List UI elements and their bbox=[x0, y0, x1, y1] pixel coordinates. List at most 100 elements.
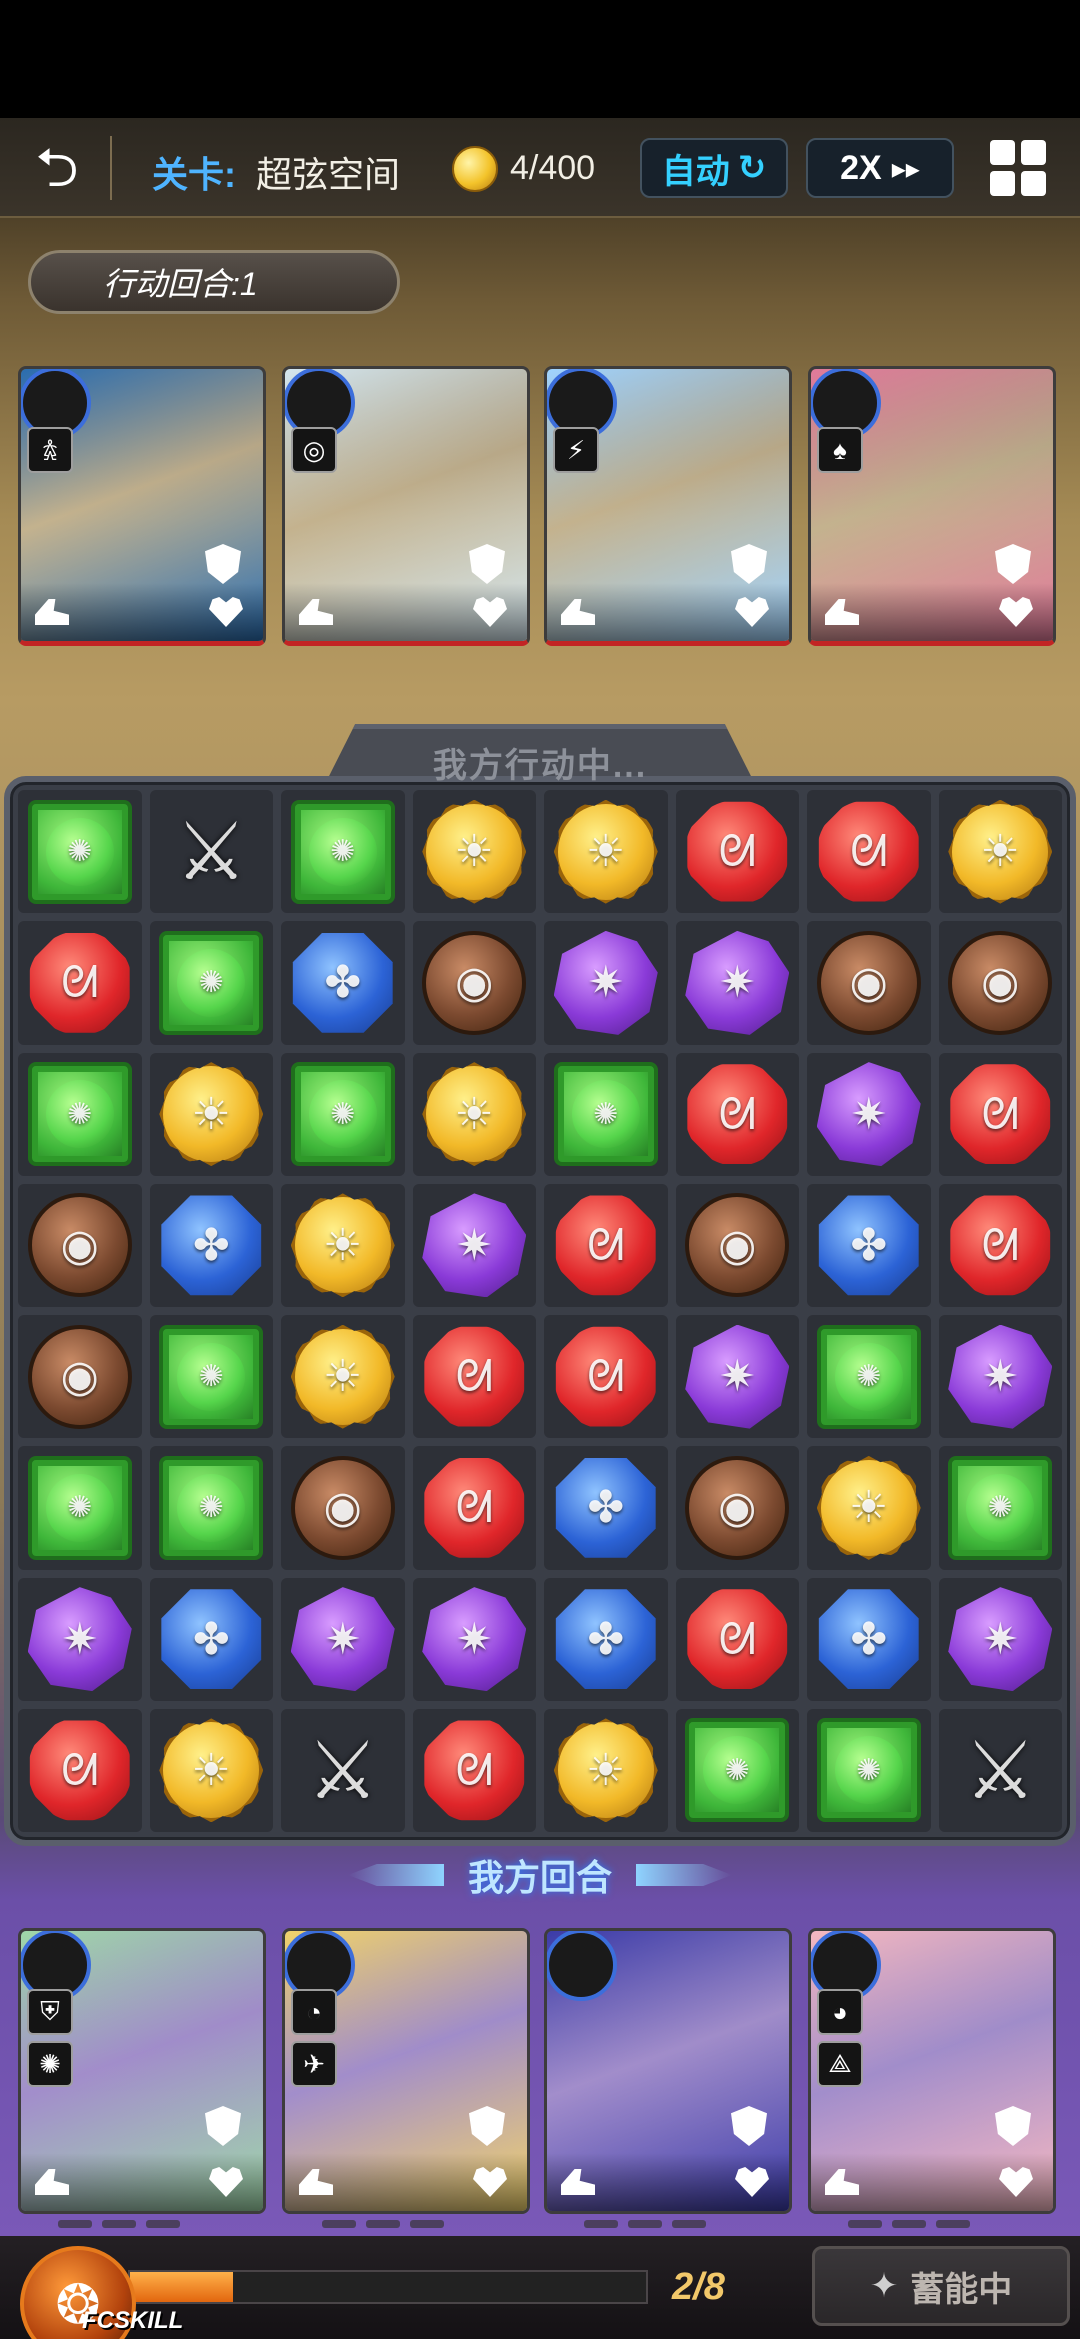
board-cell[interactable]: ✤ bbox=[281, 921, 405, 1045]
charge-button[interactable]: ✦ 蓄能中 bbox=[812, 2246, 1070, 2326]
yellow-sun-gem[interactable]: ☀ bbox=[159, 1718, 264, 1823]
board-cell[interactable]: ᘛ bbox=[807, 790, 931, 914]
red-fire-gem[interactable]: ᘛ bbox=[687, 801, 788, 902]
green-nature-gem[interactable]: ✺ bbox=[290, 799, 395, 904]
purple-wind-gem[interactable]: ✷ bbox=[685, 1324, 790, 1429]
ally-card[interactable]: ⛨ ✺ bbox=[18, 1928, 266, 2214]
blue-water-gem[interactable]: ✤ bbox=[818, 1195, 919, 1296]
board-cell[interactable]: ✺ bbox=[149, 921, 273, 1045]
board-cell[interactable]: ✤ bbox=[149, 1183, 273, 1307]
green-nature-gem[interactable]: ✺ bbox=[816, 1324, 921, 1429]
board-cell[interactable]: ᘛ bbox=[938, 1183, 1062, 1307]
enemy-card[interactable]: ◎ bbox=[282, 366, 530, 646]
green-nature-gem[interactable]: ✺ bbox=[27, 1455, 132, 1560]
board-cell[interactable]: ᘛ bbox=[412, 1446, 536, 1570]
brown-earth-gem[interactable]: ◉ bbox=[27, 1193, 132, 1298]
board-cell[interactable]: ☀ bbox=[149, 1052, 273, 1176]
blue-water-gem[interactable]: ✤ bbox=[818, 1589, 919, 1690]
purple-wind-gem[interactable]: ✷ bbox=[290, 1587, 395, 1692]
purple-wind-gem[interactable]: ✷ bbox=[422, 1587, 527, 1692]
board-cell[interactable]: ✺ bbox=[281, 790, 405, 914]
silver-sword-gem[interactable]: ⚔ bbox=[948, 1718, 1052, 1822]
yellow-sun-gem[interactable]: ☀ bbox=[553, 1718, 658, 1823]
board-cell[interactable]: ☀ bbox=[412, 790, 536, 914]
blue-water-gem[interactable]: ✤ bbox=[555, 1457, 656, 1558]
purple-wind-gem[interactable]: ✷ bbox=[422, 1193, 527, 1298]
board-cell[interactable]: ✷ bbox=[938, 1577, 1062, 1701]
red-fire-gem[interactable]: ᘛ bbox=[555, 1326, 656, 1427]
board-cell[interactable]: ☀ bbox=[281, 1183, 405, 1307]
brown-earth-gem[interactable]: ◉ bbox=[685, 1193, 790, 1298]
yellow-sun-gem[interactable]: ☀ bbox=[422, 799, 527, 904]
red-fire-gem[interactable]: ᘛ bbox=[818, 801, 919, 902]
board-cell[interactable]: ☀ bbox=[281, 1315, 405, 1439]
green-nature-gem[interactable]: ✺ bbox=[159, 930, 264, 1035]
red-fire-gem[interactable]: ᘛ bbox=[424, 1326, 525, 1427]
green-nature-gem[interactable]: ✺ bbox=[290, 1062, 395, 1167]
yellow-sun-gem[interactable]: ☀ bbox=[948, 799, 1053, 904]
board-cell[interactable]: ᘛ bbox=[675, 790, 799, 914]
board-cell[interactable]: ✺ bbox=[149, 1446, 273, 1570]
board-cell[interactable]: ☀ bbox=[149, 1708, 273, 1832]
yellow-sun-gem[interactable]: ☀ bbox=[816, 1455, 921, 1560]
board-cell[interactable]: ⚔ bbox=[281, 1708, 405, 1832]
board-cell[interactable]: ᘛ bbox=[412, 1315, 536, 1439]
board-cell[interactable]: ✤ bbox=[807, 1183, 931, 1307]
silver-sword-gem[interactable]: ⚔ bbox=[291, 1718, 395, 1822]
red-fire-gem[interactable]: ᘛ bbox=[29, 932, 130, 1033]
purple-wind-gem[interactable]: ✷ bbox=[816, 1062, 921, 1167]
board-cell[interactable]: ◉ bbox=[281, 1446, 405, 1570]
board-cell[interactable]: ᘛ bbox=[675, 1577, 799, 1701]
auto-button[interactable]: 自动 ↻ bbox=[640, 138, 788, 198]
board-cell[interactable]: ✷ bbox=[544, 921, 668, 1045]
green-nature-gem[interactable]: ✺ bbox=[816, 1718, 921, 1823]
speed-button[interactable]: 2X ▸▸ bbox=[806, 138, 954, 198]
board-cell[interactable]: ✺ bbox=[149, 1315, 273, 1439]
grid-menu-icon[interactable] bbox=[990, 140, 1046, 196]
board-cell[interactable]: ☀ bbox=[807, 1446, 931, 1570]
board-cell[interactable]: ◉ bbox=[18, 1315, 142, 1439]
board-cell[interactable]: ᘛ bbox=[18, 921, 142, 1045]
green-nature-gem[interactable]: ✺ bbox=[948, 1455, 1053, 1560]
board-cell[interactable]: ✺ bbox=[18, 1446, 142, 1570]
board-cell[interactable]: ᘛ bbox=[544, 1315, 668, 1439]
yellow-sun-gem[interactable]: ☀ bbox=[290, 1324, 395, 1429]
board-cell[interactable]: ✷ bbox=[675, 921, 799, 1045]
red-fire-gem[interactable]: ᘛ bbox=[950, 1195, 1051, 1296]
board-cell[interactable]: ᘛ bbox=[938, 1052, 1062, 1176]
red-fire-gem[interactable]: ᘛ bbox=[424, 1457, 525, 1558]
board-cell[interactable]: ⚔ bbox=[938, 1708, 1062, 1832]
green-nature-gem[interactable]: ✺ bbox=[27, 1062, 132, 1167]
board-cell[interactable]: ✺ bbox=[807, 1708, 931, 1832]
yellow-sun-gem[interactable]: ☀ bbox=[422, 1062, 527, 1167]
board-cell[interactable]: ☀ bbox=[544, 790, 668, 914]
red-fire-gem[interactable]: ᘛ bbox=[687, 1064, 788, 1165]
board-cell[interactable]: ✷ bbox=[281, 1577, 405, 1701]
red-fire-gem[interactable]: ᘛ bbox=[29, 1720, 130, 1821]
board-cell[interactable]: ✺ bbox=[807, 1315, 931, 1439]
back-button[interactable]: ⮌ bbox=[22, 138, 92, 198]
board-cell[interactable]: ◉ bbox=[675, 1183, 799, 1307]
brown-earth-gem[interactable]: ◉ bbox=[685, 1455, 790, 1560]
board-cell[interactable]: ✤ bbox=[544, 1577, 668, 1701]
red-fire-gem[interactable]: ᘛ bbox=[424, 1720, 525, 1821]
blue-water-gem[interactable]: ✤ bbox=[161, 1589, 262, 1690]
yellow-sun-gem[interactable]: ☀ bbox=[159, 1062, 264, 1167]
board-cell[interactable]: ✤ bbox=[149, 1577, 273, 1701]
ally-card[interactable] bbox=[544, 1928, 792, 2214]
green-nature-gem[interactable]: ✺ bbox=[159, 1324, 264, 1429]
board-cell[interactable]: ✤ bbox=[807, 1577, 931, 1701]
board-cell[interactable]: ᘛ bbox=[412, 1708, 536, 1832]
brown-earth-gem[interactable]: ◉ bbox=[948, 930, 1053, 1035]
board-cell[interactable]: ◉ bbox=[938, 921, 1062, 1045]
red-fire-gem[interactable]: ᘛ bbox=[555, 1195, 656, 1296]
board-cell[interactable]: ✺ bbox=[675, 1708, 799, 1832]
silver-sword-gem[interactable]: ⚔ bbox=[159, 800, 263, 904]
purple-wind-gem[interactable]: ✷ bbox=[685, 930, 790, 1035]
board-cell[interactable]: ◉ bbox=[807, 921, 931, 1045]
board-cell[interactable]: ☀ bbox=[412, 1052, 536, 1176]
brown-earth-gem[interactable]: ◉ bbox=[816, 930, 921, 1035]
red-fire-gem[interactable]: ᘛ bbox=[950, 1064, 1051, 1165]
blue-water-gem[interactable]: ✤ bbox=[292, 932, 393, 1033]
brown-earth-gem[interactable]: ◉ bbox=[422, 930, 527, 1035]
